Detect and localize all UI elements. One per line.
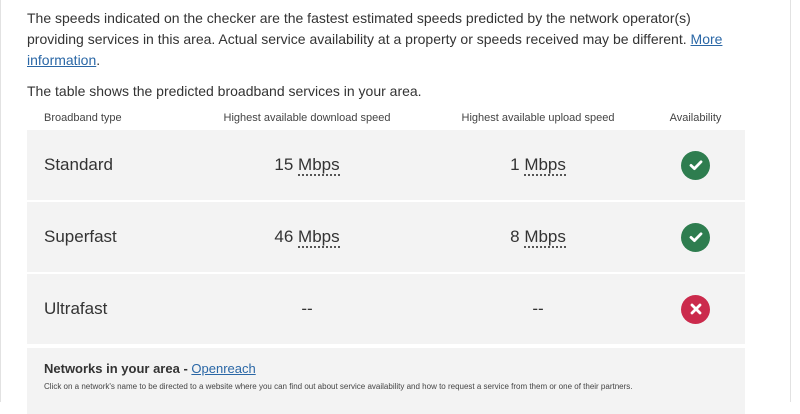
download-speed-cell: -- bbox=[184, 274, 430, 346]
table-caption: The table shows the predicted broadband … bbox=[27, 83, 422, 99]
check-circle-icon bbox=[681, 150, 710, 180]
speed-unit-abbr[interactable]: Mbps bbox=[524, 155, 566, 176]
broadband-type-cell: Superfast bbox=[27, 202, 184, 274]
upload-speed: 8 Mbps bbox=[510, 227, 566, 248]
speed-value: 1 bbox=[510, 155, 520, 174]
networks-title: Networks in your area - bbox=[44, 361, 192, 376]
table-header-row: Broadband type Highest available downloa… bbox=[27, 106, 745, 130]
networks-heading: Networks in your area - Openreach bbox=[44, 360, 728, 378]
header-broadband-type: Broadband type bbox=[44, 112, 122, 124]
upload-speed: 1 Mbps bbox=[510, 155, 566, 176]
download-speed: 46 Mbps bbox=[274, 227, 340, 248]
table-row-standard: Standard 15 Mbps 1 Mbps bbox=[27, 130, 745, 202]
networks-panel: Networks in your area - Openreach Click … bbox=[27, 348, 745, 414]
check-circle-icon bbox=[681, 222, 710, 252]
broadband-table: Broadband type Highest available downloa… bbox=[27, 106, 745, 346]
intro-paragraph: The speeds indicated on the checker are … bbox=[27, 8, 745, 71]
availability-cell bbox=[646, 202, 745, 274]
broadband-type-cell: Standard bbox=[27, 130, 184, 202]
header-availability: Availability bbox=[669, 112, 722, 124]
availability-cell bbox=[646, 274, 745, 346]
right-border bbox=[790, 0, 791, 402]
speed-value: 46 bbox=[274, 227, 294, 246]
upload-speed-cell: 8 Mbps bbox=[430, 202, 646, 274]
networks-note: Click on a network's name to be directed… bbox=[44, 382, 633, 391]
speed-value: 15 bbox=[274, 155, 294, 174]
speed-unit-abbr[interactable]: Mbps bbox=[298, 155, 340, 176]
download-speed-cell: 15 Mbps bbox=[184, 130, 430, 202]
coverage-panel: The speeds indicated on the checker are … bbox=[27, 0, 745, 414]
availability-cell bbox=[646, 130, 745, 202]
broadband-type-cell: Ultrafast bbox=[27, 274, 184, 346]
cross-circle-icon bbox=[681, 294, 710, 324]
upload-speed-cell: 1 Mbps bbox=[430, 130, 646, 202]
intro-text: The speeds indicated on the checker are … bbox=[27, 10, 691, 47]
header-upload-speed: Highest available upload speed bbox=[461, 112, 615, 124]
openreach-link[interactable]: Openreach bbox=[191, 361, 255, 376]
table-row-ultrafast: Ultrafast -- -- bbox=[27, 274, 745, 346]
table-row-superfast: Superfast 46 Mbps 8 Mbps bbox=[27, 202, 745, 274]
download-speed: 15 Mbps bbox=[274, 155, 340, 176]
speed-unit-abbr[interactable]: Mbps bbox=[524, 227, 566, 248]
speed-value: 8 bbox=[510, 227, 520, 246]
speed-unit-abbr[interactable]: Mbps bbox=[298, 227, 340, 248]
left-border bbox=[0, 0, 1, 402]
upload-speed-cell: -- bbox=[430, 274, 646, 346]
download-speed-cell: 46 Mbps bbox=[184, 202, 430, 274]
header-download-speed: Highest available download speed bbox=[223, 112, 391, 124]
intro-period: . bbox=[96, 52, 101, 68]
